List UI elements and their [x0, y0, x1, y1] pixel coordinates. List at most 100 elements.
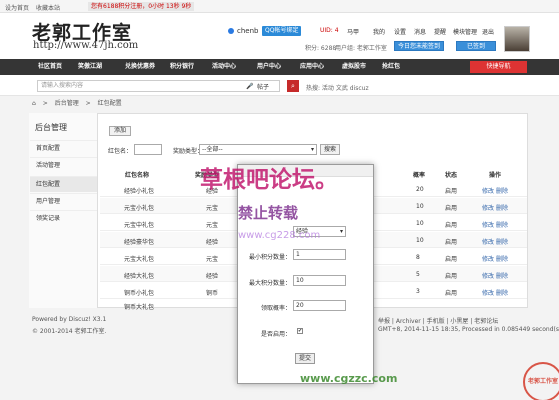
watermark-title: 草根吧论坛。 — [200, 166, 338, 193]
powered-by: Powered by Discuz! X3.1 — [32, 316, 107, 323]
nav-stocks[interactable]: 虚拟股市 — [342, 59, 366, 75]
bookmark-link[interactable]: 收藏本站 — [36, 3, 60, 12]
edit-link[interactable]: 修改 — [482, 222, 494, 229]
type-filter-select[interactable]: --全部-- ▾ — [199, 144, 317, 155]
user-group-text[interactable]: 用户组: 老郭工作室 — [335, 43, 387, 52]
nav-jianghu[interactable]: 笑傲江湖 — [78, 59, 102, 75]
sidebar-item-records[interactable]: 领奖记录 — [30, 210, 97, 226]
chevron-down-icon: ▾ — [339, 228, 343, 235]
edit-link[interactable]: 修改 — [482, 290, 494, 297]
header-link-settings[interactable]: 设置 — [394, 27, 406, 36]
row-prob: 8 — [416, 254, 420, 261]
header-link-logout[interactable]: 退出 — [482, 27, 494, 36]
search-input[interactable]: 请输入搜索内容 — [37, 80, 280, 92]
footer-stats: GMT+8, 2014-11-15 18:35, Processed in 0.… — [378, 326, 559, 333]
row-actions: 修改 删除 — [482, 220, 508, 229]
probability-input[interactable]: 20 — [293, 300, 346, 311]
sidebar-item-users[interactable]: 用户管理 — [30, 193, 97, 209]
edit-link[interactable]: 修改 — [482, 188, 494, 195]
delete-link[interactable]: 删除 — [496, 239, 508, 246]
edit-link[interactable]: 修改 — [482, 256, 494, 263]
row-prob: 20 — [416, 186, 424, 193]
header-link-mine[interactable]: 我的 — [373, 27, 385, 36]
credits-text[interactable]: 积分: 6288 — [305, 43, 336, 52]
row-type: 经验 — [206, 273, 219, 280]
edit-link[interactable]: 修改 — [482, 273, 494, 280]
sidebar-item-activity[interactable]: 活动管理 — [30, 157, 97, 173]
top-bar: 设为首页 收藏本站 您有6188积分注册，0小时 13秒 9秒 — [0, 0, 559, 13]
col-header-ops: 操作 — [489, 172, 502, 179]
search-button[interactable]: 搜索 — [320, 144, 340, 155]
enable-checkbox[interactable]: ✔ — [297, 328, 303, 334]
home-icon[interactable]: ⌂ — [32, 100, 36, 107]
notice-banner[interactable]: 您有6188积分注册，0小时 13秒 9秒 — [88, 2, 195, 11]
header-link-reminders[interactable]: 提醒 — [434, 27, 446, 36]
submit-button[interactable]: 提交 — [295, 353, 315, 364]
row-status: 启用 — [445, 290, 458, 297]
row-status: 启用 — [445, 205, 458, 212]
delete-link[interactable]: 删除 — [496, 222, 508, 229]
add-button[interactable]: 添加 — [109, 126, 131, 136]
search-icon[interactable]: ⌕ — [287, 80, 299, 92]
edit-link[interactable]: 修改 — [482, 205, 494, 212]
quick-nav-button[interactable]: 快捷导航 — [470, 61, 527, 73]
signed-button[interactable]: 已签到 — [456, 41, 496, 51]
mic-icon[interactable]: 🎤 — [246, 83, 253, 90]
breadcrumb-admin[interactable]: 后台管理 — [55, 100, 79, 107]
row-prob: 10 — [416, 203, 424, 210]
probability-label: 领取概率： — [260, 305, 291, 312]
nav-home[interactable]: 社区首页 — [38, 59, 62, 75]
nav-app-center[interactable]: 应用中心 — [300, 59, 324, 75]
nav-activities[interactable]: 活动中心 — [212, 59, 236, 75]
nav-user-center[interactable]: 用户中心 — [257, 59, 281, 75]
delete-link[interactable]: 删除 — [496, 256, 508, 263]
set-home-link[interactable]: 设为首页 — [5, 3, 29, 12]
max-points-input[interactable]: 10 — [293, 275, 346, 286]
row-name: 经验大礼包 — [124, 273, 155, 280]
row-type: 元宝 — [206, 205, 219, 212]
row-actions: 修改 删除 — [482, 254, 508, 263]
sidebar-item-redpacket[interactable]: 红包配置 — [30, 176, 97, 192]
signin-button[interactable]: 今日您未能签到 — [394, 41, 444, 51]
avatar[interactable] — [504, 26, 530, 52]
hot-search-links[interactable]: 热搜: 活动 文武 discuz — [306, 83, 369, 92]
row-name: 元宝大礼包 — [124, 256, 155, 263]
delete-link[interactable]: 删除 — [496, 290, 508, 297]
watermark-notice: 禁止转载 — [238, 204, 299, 222]
row-prob: 3 — [416, 288, 420, 295]
name-filter-input[interactable] — [134, 144, 162, 155]
nav-coupons[interactable]: 兑换优惠券 — [125, 59, 155, 75]
nav-bank[interactable]: 积分银行 — [170, 59, 194, 75]
breadcrumb-sep: > — [85, 100, 91, 107]
nav-redpacket[interactable]: 抢红包 — [382, 59, 400, 75]
qq-bind-badge[interactable]: QQ帐号绑定 — [262, 26, 302, 36]
sidebar-title: 后台管理 — [35, 123, 67, 132]
row-status: 启用 — [445, 273, 458, 280]
header-link-messages[interactable]: 消息 — [414, 27, 426, 36]
header-link-modules[interactable]: 模块管理 — [453, 27, 477, 36]
user-icon — [228, 28, 234, 34]
watermark-url: www.cg228.com — [238, 230, 321, 241]
row-type: 元宝 — [206, 222, 219, 229]
type-filter-value: --全部-- — [202, 146, 223, 153]
row-type: 元宝 — [206, 256, 219, 263]
row-type: 经验 — [206, 239, 219, 246]
delete-link[interactable]: 删除 — [496, 188, 508, 195]
footer-links[interactable]: 举报 | Archiver | 手机版 | 小黑屋 | 老郭论坛 — [378, 316, 498, 325]
watermark-url-2: www.cgzzc.com — [300, 372, 398, 385]
edit-link[interactable]: 修改 — [482, 239, 494, 246]
seal-stamp: 老郭工作室 — [523, 362, 559, 400]
username-link[interactable]: chenb — [237, 27, 258, 35]
header-link-alias[interactable]: 马甲 — [347, 27, 359, 36]
col-header-prob: 概率 — [413, 172, 426, 179]
min-points-input[interactable]: 1 — [293, 249, 346, 260]
delete-link[interactable]: 删除 — [496, 205, 508, 212]
site-url: http://www.47jh.com — [33, 40, 139, 51]
edit-modal — [237, 164, 374, 384]
row-actions: 修改 删除 — [482, 203, 508, 212]
sidebar-item-home-config[interactable]: 首页配置 — [30, 140, 97, 156]
row-name: 经验豪华包 — [124, 239, 155, 246]
search-type-select[interactable]: 帖子 — [257, 82, 269, 91]
delete-link[interactable]: 删除 — [496, 273, 508, 280]
row-actions: 修改 删除 — [482, 186, 508, 195]
